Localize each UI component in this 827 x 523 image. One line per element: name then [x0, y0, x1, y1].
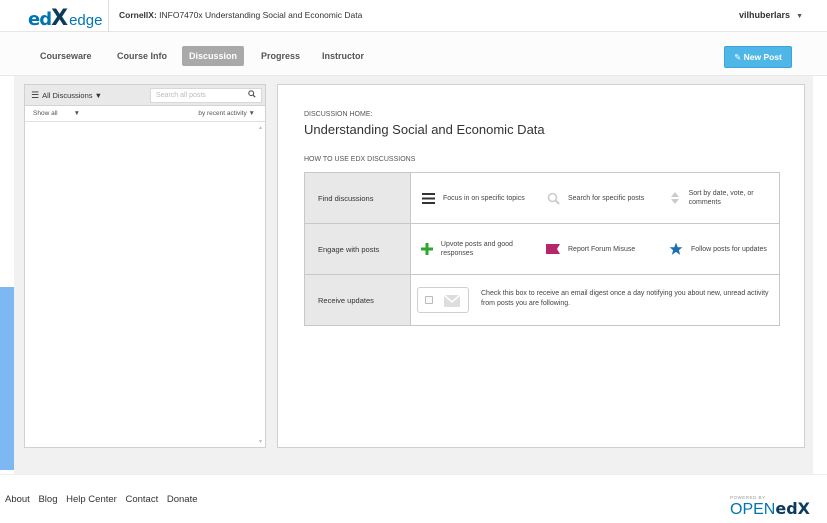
guide-item-text: Search for specific posts [568, 194, 645, 202]
new-post-label: New Post [743, 52, 782, 62]
new-post-button[interactable]: ✎ New Post [724, 46, 792, 68]
page-title: Understanding Social and Economic Data [304, 122, 545, 137]
tab-progress[interactable]: Progress [254, 46, 307, 66]
footer-link-donate[interactable]: Donate [167, 494, 198, 505]
discussion-home-panel: DISCUSSION HOME: Understanding Social an… [277, 84, 805, 448]
footer: About Blog Help Center Contact Donate PO… [0, 474, 827, 523]
guide-item-text: Focus in on specific topics [443, 194, 525, 202]
guide-item-text: Upvote posts and good responses [440, 241, 513, 257]
course-name: INFO7470x Understanding Social and Econo… [159, 10, 363, 20]
guide-item: Sort by date, vote, or comments [665, 173, 777, 223]
discussion-sidebar: ☰ All Discussions ▼ Search all posts Show… [24, 84, 266, 448]
filter-label: Show all [33, 110, 58, 117]
footer-link-about[interactable]: About [5, 494, 30, 505]
tab-courseware[interactable]: Courseware [33, 46, 99, 66]
filter-caret-icon: ▼ [73, 110, 81, 117]
search-icon [542, 192, 564, 205]
top-header: ed X edge CornellX: INFO7470x Understand… [0, 0, 827, 32]
sidebar-header: ☰ All Discussions ▼ Search all posts [25, 85, 265, 106]
discussion-home-label: DISCUSSION HOME: [304, 111, 373, 118]
sort-icon [665, 192, 685, 204]
email-digest-checkbox[interactable] [425, 296, 433, 304]
tab-discussion[interactable]: Discussion [182, 46, 245, 66]
guide-row-find: Find discussions Focus in on specific to… [305, 173, 779, 224]
username: vilhuberlars [739, 10, 791, 20]
email-digest-toggle[interactable] [417, 287, 469, 313]
guide-item: Report Forum Misuse [542, 224, 660, 274]
how-to-guide-table: Find discussions Focus in on specific to… [304, 172, 780, 326]
list-icon [417, 192, 439, 204]
guide-row-label: Engage with posts [305, 224, 411, 274]
tab-course-info[interactable]: Course Info [110, 46, 174, 66]
logo-x: X [51, 6, 68, 31]
sort-dropdown[interactable]: by recent activity ▼ [198, 110, 255, 117]
search-icon[interactable] [248, 89, 256, 102]
guide-row-engage: Engage with posts Upvote posts and good … [305, 224, 779, 275]
logo-edge: edge [69, 12, 103, 29]
logo-ed: ed [28, 9, 52, 30]
footer-link-contact[interactable]: Contact [125, 494, 158, 505]
envelope-icon [443, 294, 461, 312]
brand-edx: edX [775, 499, 810, 518]
filter-dropdown[interactable]: Show all ▼ [33, 110, 80, 117]
footer-links: About Blog Help Center Contact Donate [5, 494, 204, 505]
search-input[interactable]: Search all posts [150, 88, 262, 103]
guide-item: Focus in on specific topics [417, 173, 537, 223]
all-discussions-label: All Discussions ▼ [42, 91, 103, 100]
edit-icon: ✎ [734, 52, 744, 62]
sidebar-filter-bar: Show all ▼ by recent activity ▼ [25, 106, 265, 122]
course-title: CornellX: INFO7470x Understanding Social… [108, 0, 362, 32]
search-placeholder: Search all posts [156, 92, 206, 99]
how-to-label: HOW TO USE EDX DISCUSSIONS [304, 156, 416, 163]
open-edx-brand: OPENedX [730, 501, 810, 518]
plus-icon [417, 243, 437, 255]
sidebar-scrollbar[interactable]: ▲ ▼ [257, 122, 265, 447]
flag-icon [542, 243, 564, 255]
guide-item: Search for specific posts [542, 173, 660, 223]
guide-row-updates: Receive updates Check this box to receiv… [305, 275, 779, 325]
menu-icon: ☰ [31, 90, 40, 100]
guide-item-text: Follow posts for updates [691, 245, 767, 253]
user-menu[interactable]: vilhuberlars ▼ [739, 0, 803, 32]
scroll-down-icon[interactable]: ▼ [258, 439, 263, 445]
guide-row-label: Find discussions [305, 173, 411, 223]
star-icon [665, 242, 687, 256]
scroll-up-icon[interactable]: ▲ [258, 125, 263, 131]
guide-item-text: Report Forum Misuse [568, 245, 636, 253]
updates-description: Check this box to receive an email diges… [481, 290, 769, 307]
guide-row-label: Receive updates [305, 275, 411, 325]
edx-edge-logo[interactable]: ed X edge [28, 6, 103, 31]
user-menu-caret-icon: ▼ [796, 13, 803, 20]
guide-item: Follow posts for updates [665, 224, 777, 274]
footer-link-blog[interactable]: Blog [38, 494, 57, 505]
course-nav: Courseware Course Info Discussion Progre… [0, 32, 827, 76]
all-discussions-menu[interactable]: ☰ All Discussions ▼ [31, 90, 102, 101]
footer-link-help-center[interactable]: Help Center [66, 494, 117, 505]
brand-open: OPEN [730, 501, 776, 518]
guide-item: Upvote posts and good responses [417, 224, 537, 274]
guide-item-text: Sort by date, vote, or comments [688, 190, 754, 206]
tab-instructor[interactable]: Instructor [315, 46, 371, 66]
powered-by-open-edx-logo[interactable]: POWERED BY OPENedX [730, 495, 810, 518]
course-org: CornellX: [119, 10, 157, 20]
side-accent-strip [0, 287, 14, 470]
